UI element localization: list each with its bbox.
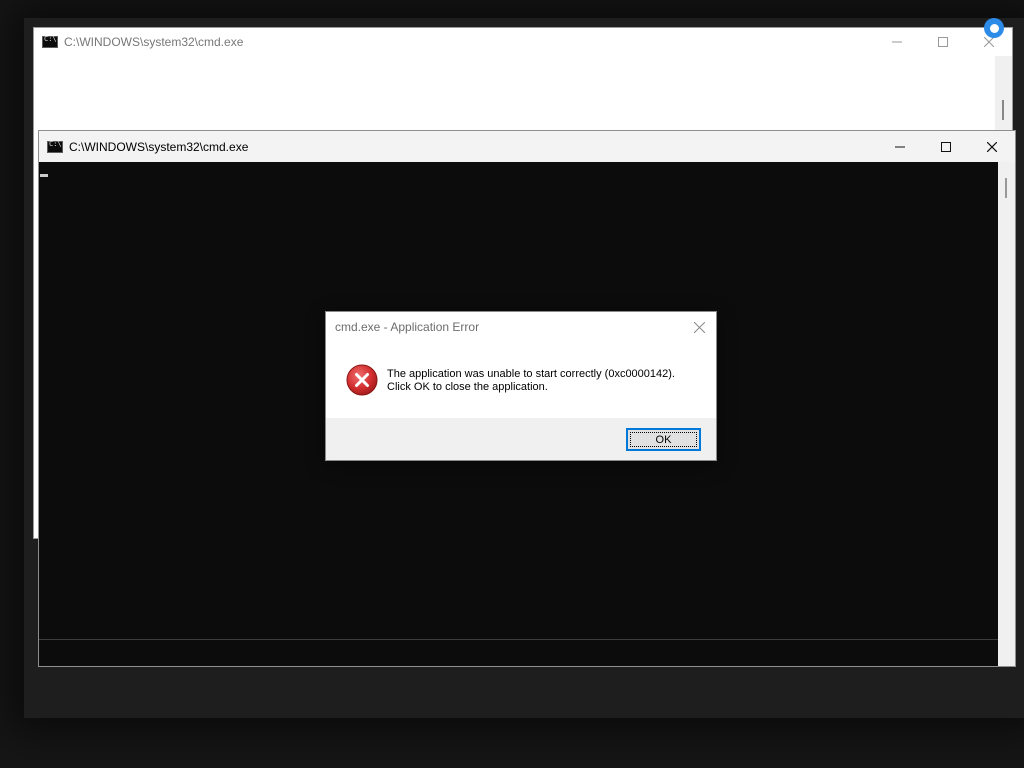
notification-badge-icon[interactable]	[984, 18, 1004, 38]
front-scroll-thumb[interactable]	[1005, 178, 1007, 198]
close-icon	[984, 37, 994, 47]
close-icon	[987, 141, 997, 152]
back-window-title: C:\WINDOWS\system32\cmd.exe	[64, 35, 244, 49]
front-window-titlebar[interactable]: C:\WINDOWS\system32\cmd.exe	[39, 131, 1015, 162]
front-window-scrollbar[interactable]	[998, 162, 1015, 666]
dialog-message: The application was unable to start corr…	[387, 368, 675, 394]
maximize-icon	[941, 141, 951, 152]
dialog-close-button[interactable]	[687, 315, 711, 339]
error-icon	[346, 364, 378, 396]
ok-button[interactable]: OK	[626, 428, 701, 451]
back-window-titlebar[interactable]: C:\WINDOWS\system32\cmd.exe	[34, 28, 1012, 56]
maximize-icon	[938, 37, 948, 47]
minimize-icon	[895, 146, 905, 147]
console-cursor	[40, 174, 48, 177]
close-icon	[693, 321, 705, 333]
minimize-icon	[892, 41, 902, 43]
dialog-title: cmd.exe - Application Error	[335, 320, 480, 334]
front-window-title: C:\WINDOWS\system32\cmd.exe	[69, 139, 249, 154]
front-close-button[interactable]	[969, 131, 1015, 162]
front-maximize-button[interactable]	[923, 131, 969, 162]
dialog-body: The application was unable to start corr…	[326, 342, 716, 418]
dialog-message-line2: Click OK to close the application.	[387, 381, 548, 393]
back-scroll-thumb[interactable]	[1002, 100, 1004, 120]
front-minimize-button[interactable]	[877, 131, 923, 162]
back-maximize-button[interactable]	[920, 28, 966, 56]
dialog-footer: OK	[326, 418, 716, 460]
console-bottom-strip	[39, 639, 998, 666]
application-error-dialog[interactable]: cmd.exe - Application Error The applicat…	[325, 311, 717, 461]
cmd-icon	[47, 140, 63, 153]
cmd-icon	[42, 35, 58, 48]
dialog-message-line1: The application was unable to start corr…	[387, 368, 675, 380]
dialog-titlebar[interactable]: cmd.exe - Application Error	[326, 312, 716, 342]
back-minimize-button[interactable]	[874, 28, 920, 56]
